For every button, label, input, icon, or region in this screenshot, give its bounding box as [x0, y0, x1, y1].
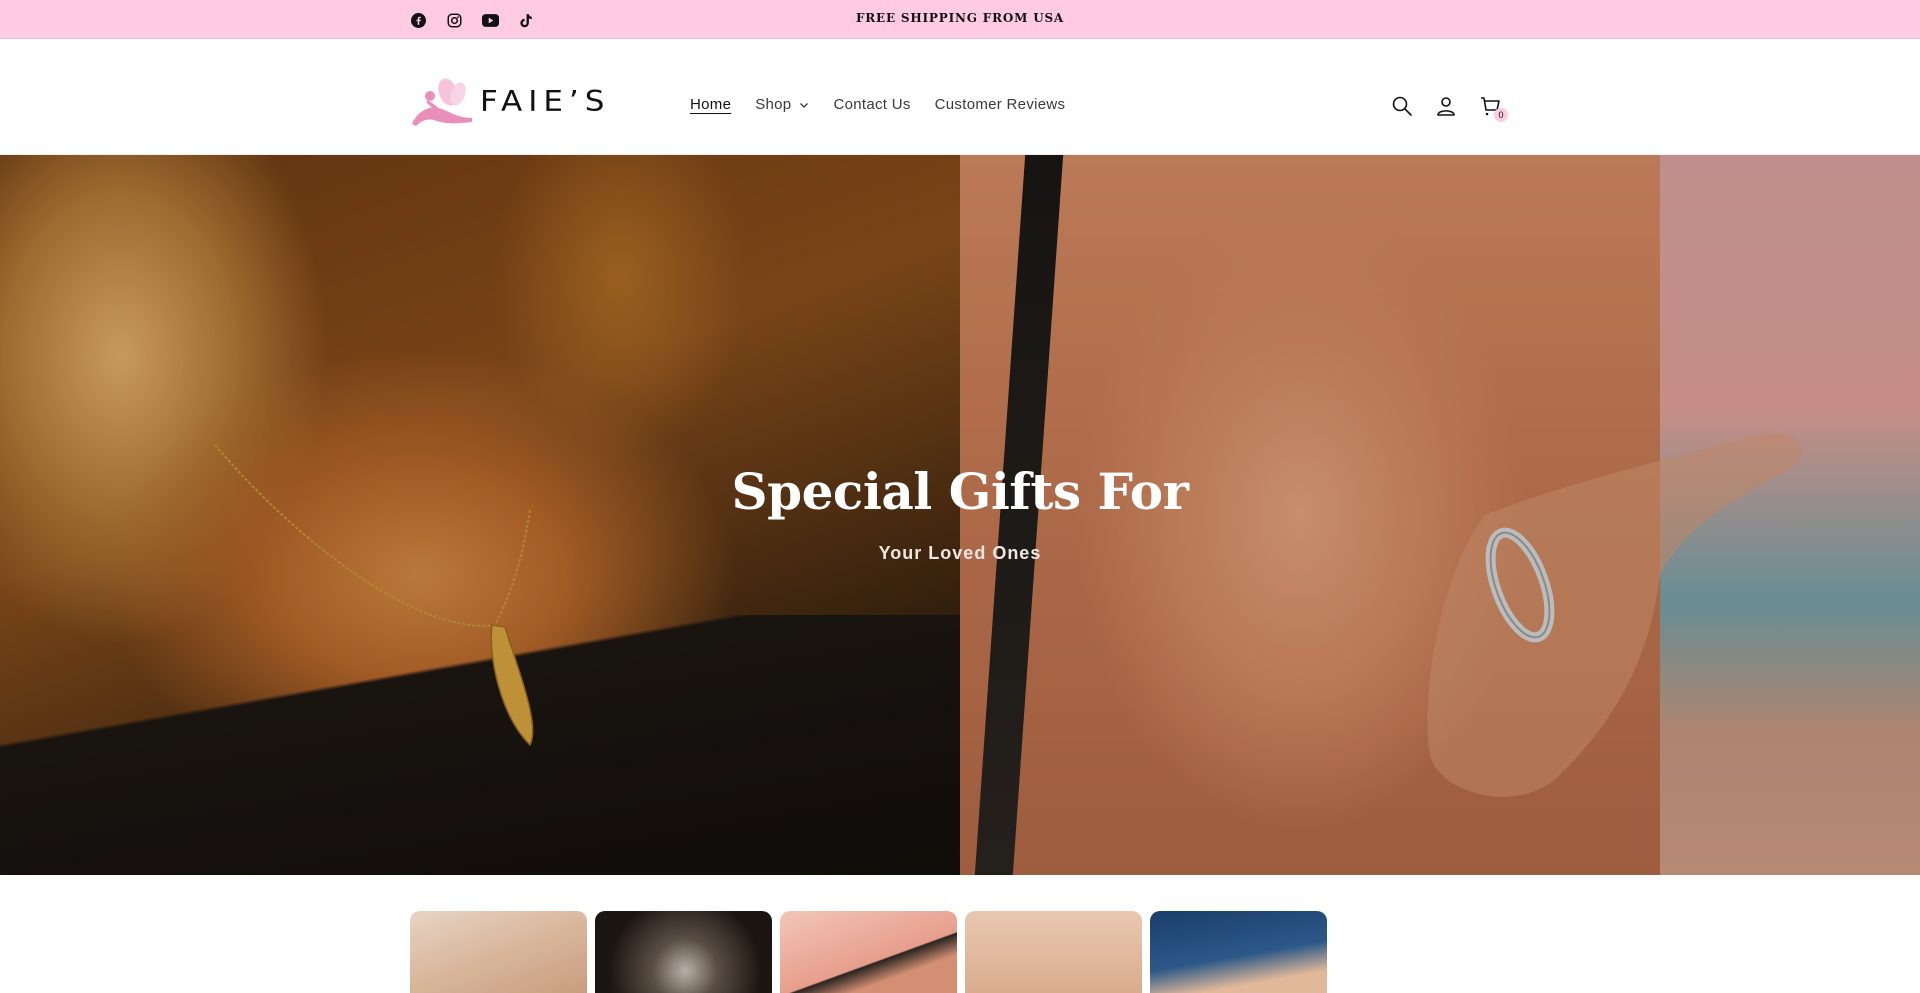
announcement-bar: FREE SHIPPING FROM USA — [0, 0, 1920, 39]
site-logo[interactable]: FAIE’S — [408, 74, 648, 130]
fairy-logo-icon — [412, 78, 472, 126]
nav-item-home[interactable]: Home — [690, 96, 743, 113]
hero-title: Special Gifts For — [731, 462, 1189, 521]
chevron-down-icon — [800, 102, 809, 108]
site-header: FAIE’S Home Shop Contact Us Customer Rev… — [0, 39, 1920, 155]
nav-label: Customer Reviews — [934, 96, 1066, 113]
nav-label: Shop — [755, 96, 792, 113]
header-actions: 0 — [1390, 94, 1508, 122]
nav-item-contact-us[interactable]: Contact Us — [821, 96, 922, 113]
nav-label: Home — [690, 96, 732, 113]
nav-item-shop[interactable]: Shop — [743, 96, 821, 113]
main-navigation: Home Shop Contact Us Customer Reviews — [690, 96, 1077, 113]
collection-thumbnails — [410, 911, 1327, 993]
collection-thumbnail[interactable] — [965, 911, 1142, 993]
cart-icon[interactable]: 0 — [1478, 94, 1508, 122]
logo-text: FAIE’S — [480, 85, 611, 119]
nav-label: Contact Us — [833, 96, 911, 113]
hero-banner[interactable]: Special Gifts For Your Loved Ones — [0, 155, 1920, 875]
collection-thumbnail[interactable] — [780, 911, 957, 993]
nav-item-customer-reviews[interactable]: Customer Reviews — [923, 96, 1078, 113]
search-icon[interactable] — [1390, 94, 1414, 118]
account-icon[interactable] — [1434, 94, 1458, 118]
collection-thumbnail[interactable] — [1150, 911, 1327, 993]
cart-count-badge: 0 — [1494, 108, 1508, 122]
hero-subtitle: Your Loved Ones — [878, 543, 1042, 563]
announcement-text: FREE SHIPPING FROM USA — [855, 11, 1065, 25]
collection-thumbnail[interactable] — [410, 911, 587, 993]
collection-thumbnail[interactable] — [595, 911, 772, 993]
